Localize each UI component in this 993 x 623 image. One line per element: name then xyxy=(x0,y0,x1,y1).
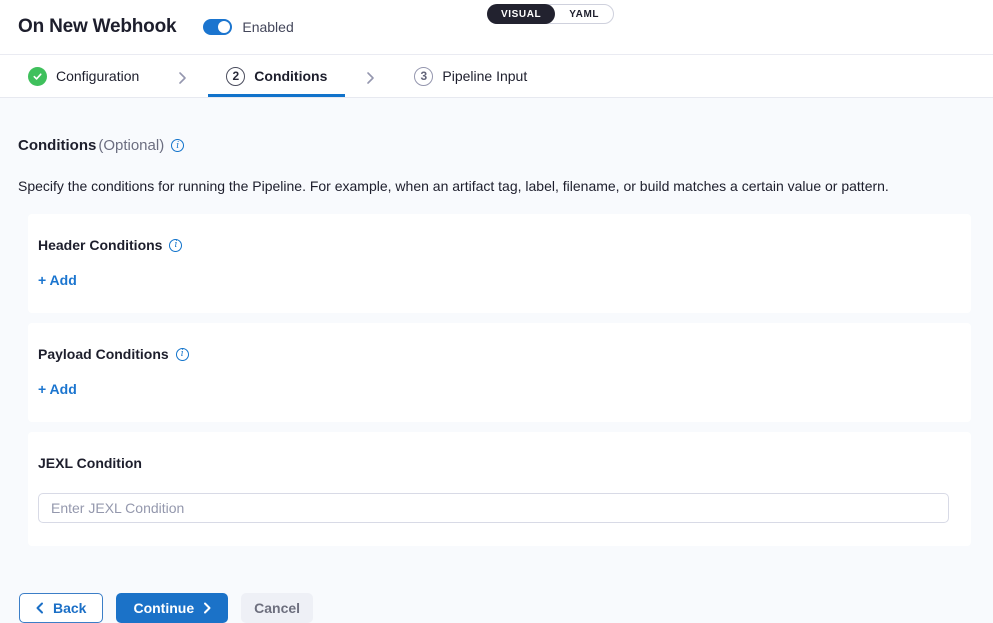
back-button-label: Back xyxy=(53,600,86,616)
card-title-row: JEXL Condition xyxy=(38,455,949,471)
check-circle-icon xyxy=(28,67,47,86)
step-label: Conditions xyxy=(254,68,327,84)
cancel-button-label: Cancel xyxy=(254,600,300,616)
info-icon[interactable] xyxy=(171,139,184,152)
trigger-wizard-page: On New Webhook Enabled VISUAL YAML Confi… xyxy=(0,0,993,619)
enabled-toggle[interactable] xyxy=(203,19,232,35)
section-title: Conditions xyxy=(18,137,96,154)
payload-conditions-card: Payload Conditions + Add xyxy=(28,323,971,422)
payload-conditions-title: Payload Conditions xyxy=(38,346,169,362)
step-number-badge: 2 xyxy=(226,67,245,86)
info-icon[interactable] xyxy=(176,348,189,361)
page-title: On New Webhook xyxy=(18,16,176,38)
section-description: Specify the conditions for running the P… xyxy=(18,178,971,194)
jexl-condition-title: JEXL Condition xyxy=(38,455,142,471)
add-payload-condition-link[interactable]: + Add xyxy=(38,381,77,397)
step-configuration[interactable]: Configuration xyxy=(28,55,157,97)
card-title-row: Payload Conditions xyxy=(38,346,949,362)
info-icon[interactable] xyxy=(169,239,182,252)
yaml-tab[interactable]: YAML xyxy=(555,5,613,23)
toggle-knob xyxy=(218,21,230,33)
chevron-right-icon xyxy=(366,55,375,97)
step-label: Configuration xyxy=(56,68,139,84)
page-header: On New Webhook Enabled VISUAL YAML xyxy=(0,0,993,55)
enabled-toggle-label: Enabled xyxy=(242,19,293,35)
wizard-step-tabs: Configuration 2 Conditions 3 Pipeline In… xyxy=(0,55,993,98)
section-optional-label: (Optional) xyxy=(98,137,164,154)
section-heading: Conditions (Optional) xyxy=(18,137,971,154)
visual-tab[interactable]: VISUAL xyxy=(487,4,555,24)
card-title-row: Header Conditions xyxy=(38,237,949,253)
add-header-condition-link[interactable]: + Add xyxy=(38,272,77,288)
conditions-panel: Conditions (Optional) Specify the condit… xyxy=(0,98,993,623)
continue-button-label: Continue xyxy=(133,600,194,616)
jexl-condition-card: JEXL Condition xyxy=(28,432,971,546)
header-conditions-title: Header Conditions xyxy=(38,237,162,253)
header-conditions-card: Header Conditions + Add xyxy=(28,214,971,313)
enabled-toggle-group: Enabled xyxy=(203,19,293,35)
step-conditions[interactable]: 2 Conditions xyxy=(208,55,345,97)
chevron-right-icon xyxy=(178,55,187,97)
jexl-condition-input[interactable] xyxy=(38,493,949,523)
step-label: Pipeline Input xyxy=(442,68,527,84)
step-pipeline-input[interactable]: 3 Pipeline Input xyxy=(396,55,545,97)
chevron-right-icon xyxy=(203,602,211,614)
visual-yaml-switcher: VISUAL YAML xyxy=(487,4,614,24)
step-number-badge: 3 xyxy=(414,67,433,86)
chevron-left-icon xyxy=(36,602,44,614)
